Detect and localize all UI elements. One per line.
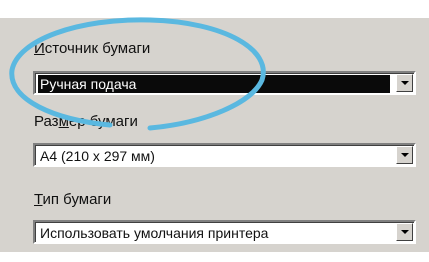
highlight-ellipse-overlay xyxy=(9,17,266,131)
highlight-ellipse xyxy=(9,17,266,131)
